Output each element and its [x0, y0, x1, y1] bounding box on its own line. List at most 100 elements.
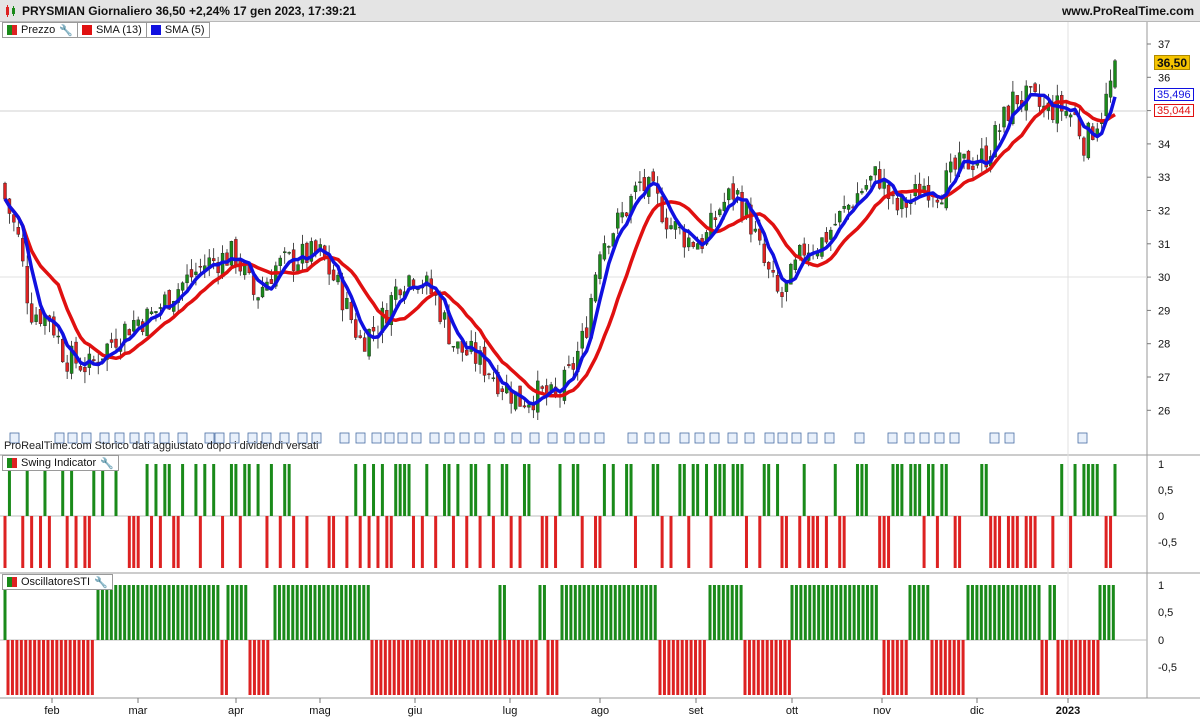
sti-bar-up [970, 585, 974, 640]
sti-bar-up [244, 585, 248, 640]
swing-bar-down [198, 516, 202, 568]
wrench-icon[interactable]: 🔧 [59, 24, 73, 37]
dividend-marker-icon [459, 432, 470, 444]
sti-bar-up [1006, 585, 1010, 640]
swing-bar-down [358, 516, 362, 568]
legend-sma5[interactable]: SMA (5) [145, 23, 209, 37]
candle-body [127, 329, 132, 336]
sti-bar-up [502, 585, 506, 640]
swing-bar-down [518, 516, 522, 568]
swing-bar-down [87, 516, 91, 568]
sti-bar-down [454, 640, 458, 695]
sti-bar-up [794, 585, 798, 640]
sti-bar-down [882, 640, 886, 695]
legend-swing[interactable]: Swing Indicator 🔧 [3, 456, 118, 470]
sti-bar-down [957, 640, 961, 695]
swing-bar-down [838, 516, 842, 568]
sti-bar-down [261, 640, 265, 695]
legend-price[interactable]: Prezzo 🔧 [3, 23, 77, 37]
swing-bar-down [1024, 516, 1028, 568]
candle-body [1108, 80, 1113, 98]
swing-bar-down [176, 516, 180, 568]
sti-bar-down [1069, 640, 1073, 695]
sti-bar-up [189, 585, 193, 640]
candle-body [580, 330, 584, 349]
candle-body [540, 386, 544, 389]
dividend-marker-icon [679, 432, 690, 444]
sti-bar-up [573, 585, 577, 640]
swing-bar-up [895, 464, 899, 516]
legend-sma13[interactable]: SMA (13) [76, 23, 146, 37]
sti-bar-down [752, 640, 756, 695]
candle-body [771, 270, 775, 273]
sti-bar-up [926, 585, 930, 640]
swing-bar-down [784, 516, 788, 568]
dividend-marker-icon [547, 432, 558, 444]
sti-bar-up [282, 585, 286, 640]
sti-bar-down [1078, 640, 1082, 695]
swing-bar-up [602, 464, 606, 516]
sti-bar-up [644, 585, 648, 640]
swing-bar-down [922, 516, 926, 568]
candle-body [456, 341, 460, 349]
swing-bar-up [443, 464, 447, 516]
sti-bar-down [930, 640, 934, 695]
swing-bar-down [633, 516, 637, 568]
sti-bar-down [224, 640, 228, 695]
swing-bar-up [394, 464, 398, 516]
candle-body [824, 232, 829, 243]
sti-bar-up [149, 585, 153, 640]
dividend-marker-icon [744, 432, 755, 444]
candle-body [114, 338, 118, 348]
sti-bar-down [783, 640, 787, 695]
sti-bar-up [1052, 585, 1056, 640]
sti-bar-up [1107, 585, 1111, 640]
swing-bar-up [194, 464, 198, 516]
sti-bar-down [480, 640, 484, 695]
swing-bar-up [522, 464, 526, 516]
sti-bar-down [10, 640, 14, 695]
swing-bar-up [181, 464, 185, 516]
candle-body [61, 339, 65, 363]
price-axis-tick: 29 [1158, 305, 1170, 317]
swing-bar-up [234, 464, 238, 516]
swing-bar-down [420, 516, 424, 568]
swing-bar-down [509, 516, 513, 568]
sti-bar-down [485, 640, 489, 695]
price-axis-tick: 36 [1158, 72, 1170, 84]
wrench-icon[interactable]: 🔧 [94, 576, 108, 589]
legend-sti[interactable]: OscillatoreSTI 🔧 [3, 575, 112, 589]
sti-bar-down [220, 640, 224, 695]
sti-bar-down [530, 640, 534, 695]
dividend-marker-icon [644, 432, 655, 444]
swing-bar-up [1091, 464, 1095, 516]
wrench-icon[interactable]: 🔧 [100, 457, 114, 470]
last-price-tag: 36,50 [1154, 55, 1191, 70]
sti-bar-up [1098, 585, 1102, 640]
sti-bar-up [848, 585, 852, 640]
swing-bar-down [1006, 516, 1010, 568]
sti-bar-down [503, 640, 507, 695]
candle-body [962, 153, 966, 159]
sti-bar-up [226, 585, 230, 640]
sti-bar-up [194, 585, 198, 640]
swing-bar-down [451, 516, 455, 568]
sti-bar-up [826, 585, 830, 640]
candle-body [211, 258, 216, 262]
sti-bar-down [1040, 640, 1044, 695]
swing-bar-up [203, 464, 207, 516]
swing-bar-up [1082, 464, 1086, 516]
swing-bar-up [447, 464, 451, 516]
swing-bar-down [132, 516, 136, 568]
swing-bar-up [891, 464, 895, 516]
sti-bar-up [326, 585, 330, 640]
sti-bar-down [467, 640, 471, 695]
candle-body [331, 269, 336, 281]
swing-bar-down [367, 516, 371, 568]
x-axis-month-label: nov [873, 705, 891, 717]
sti-bar-down [1044, 640, 1048, 695]
candle-body [109, 339, 114, 343]
chart-canvas[interactable]: 37363534333231302928272610,50-0,510,50-0… [0, 0, 1200, 720]
sti-bar-up [304, 585, 308, 640]
sti-bar-up [1015, 585, 1019, 640]
